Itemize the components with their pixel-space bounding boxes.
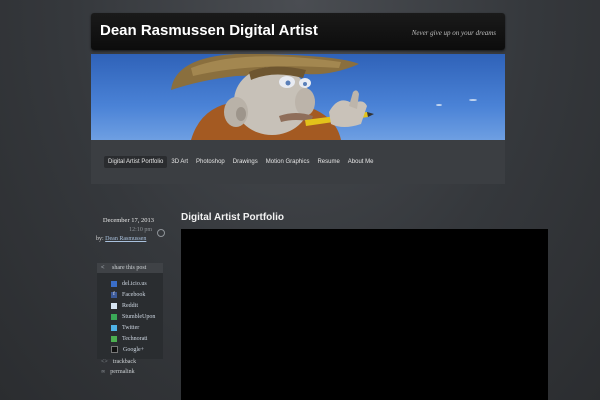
share-item-label: Reddit [122, 302, 138, 309]
permalink-label: permalink [110, 369, 135, 375]
trackback-label: trackback [112, 359, 137, 365]
main-navigation-bar: Digital Artist Portfolio 3D Art Photosho… [91, 140, 505, 184]
header-banner-image [91, 54, 505, 140]
site-header: Dean Rasmussen Digital Artist Never give… [91, 13, 505, 50]
nav-item-about-me[interactable]: About Me [344, 156, 378, 168]
cartoon-character-illustration [171, 54, 477, 140]
post-title[interactable]: Digital Artist Portfolio [181, 212, 284, 223]
twitter-icon [111, 324, 117, 331]
stumbleupon-icon [111, 313, 117, 320]
author-link[interactable]: Dean Rasmussen [105, 236, 146, 242]
reddit-icon [111, 302, 117, 309]
main-nav: Digital Artist Portfolio 3D Art Photosho… [104, 156, 377, 168]
share-item-facebook[interactable]: f Facebook [111, 289, 155, 300]
share-item-label: Google+ [123, 346, 145, 353]
nav-item-digital-artist-portfolio[interactable]: Digital Artist Portfolio [104, 156, 168, 168]
share-item-twitter[interactable]: Twitter [111, 322, 155, 333]
share-item-label: StumbleUpon [122, 313, 156, 320]
clock-icon [157, 229, 165, 237]
nav-item-resume[interactable]: Resume [313, 156, 343, 168]
share-heading: share this post [112, 265, 147, 271]
share-item-label: Twitter [122, 324, 140, 331]
share-item-stumbleupon[interactable]: StumbleUpon [111, 311, 155, 322]
share-item-label: Facebook [122, 291, 146, 298]
share-list: del.icio.us f Facebook Reddit StumbleUpo… [111, 278, 155, 355]
nav-item-3d-art[interactable]: 3D Art [167, 156, 192, 168]
google-plus-icon [111, 346, 118, 353]
video-player[interactable] [181, 229, 548, 400]
share-item-label: del.icio.us [122, 280, 147, 287]
share-header[interactable]: < share this post [97, 263, 163, 273]
link-icon: ∞ [101, 369, 106, 375]
nav-item-photoshop[interactable]: Photoshop [192, 156, 229, 168]
technorati-icon [111, 335, 117, 342]
share-item-google-plus[interactable]: Google+ [111, 344, 155, 355]
post-date: December 17, 2013 [102, 217, 154, 224]
share-icon: < [101, 265, 105, 271]
permalink-link[interactable]: ∞ permalink [101, 369, 135, 379]
share-item-label: Technorati [122, 335, 148, 342]
site-title[interactable]: Dean Rasmussen Digital Artist [100, 22, 318, 39]
delicious-icon [111, 280, 117, 287]
post-time: 12:10 pm [129, 227, 152, 233]
facebook-icon: f [111, 291, 117, 298]
post-byline: by: Dean Rasmussen [96, 236, 146, 242]
share-box: < share this post del.icio.us f Facebook… [97, 263, 163, 359]
trackback-link[interactable]: <> trackback [101, 359, 136, 369]
nav-item-motion-graphics[interactable]: Motion Graphics [262, 156, 314, 168]
trackback-icon: <> [101, 359, 108, 365]
share-item-reddit[interactable]: Reddit [111, 300, 155, 311]
share-item-technorati[interactable]: Technorati [111, 333, 155, 344]
share-item-delicious[interactable]: del.icio.us [111, 278, 155, 289]
nav-item-drawings[interactable]: Drawings [229, 156, 262, 168]
site-tagline: Never give up on your dreams [411, 29, 496, 37]
byline-label: by: [96, 236, 104, 242]
